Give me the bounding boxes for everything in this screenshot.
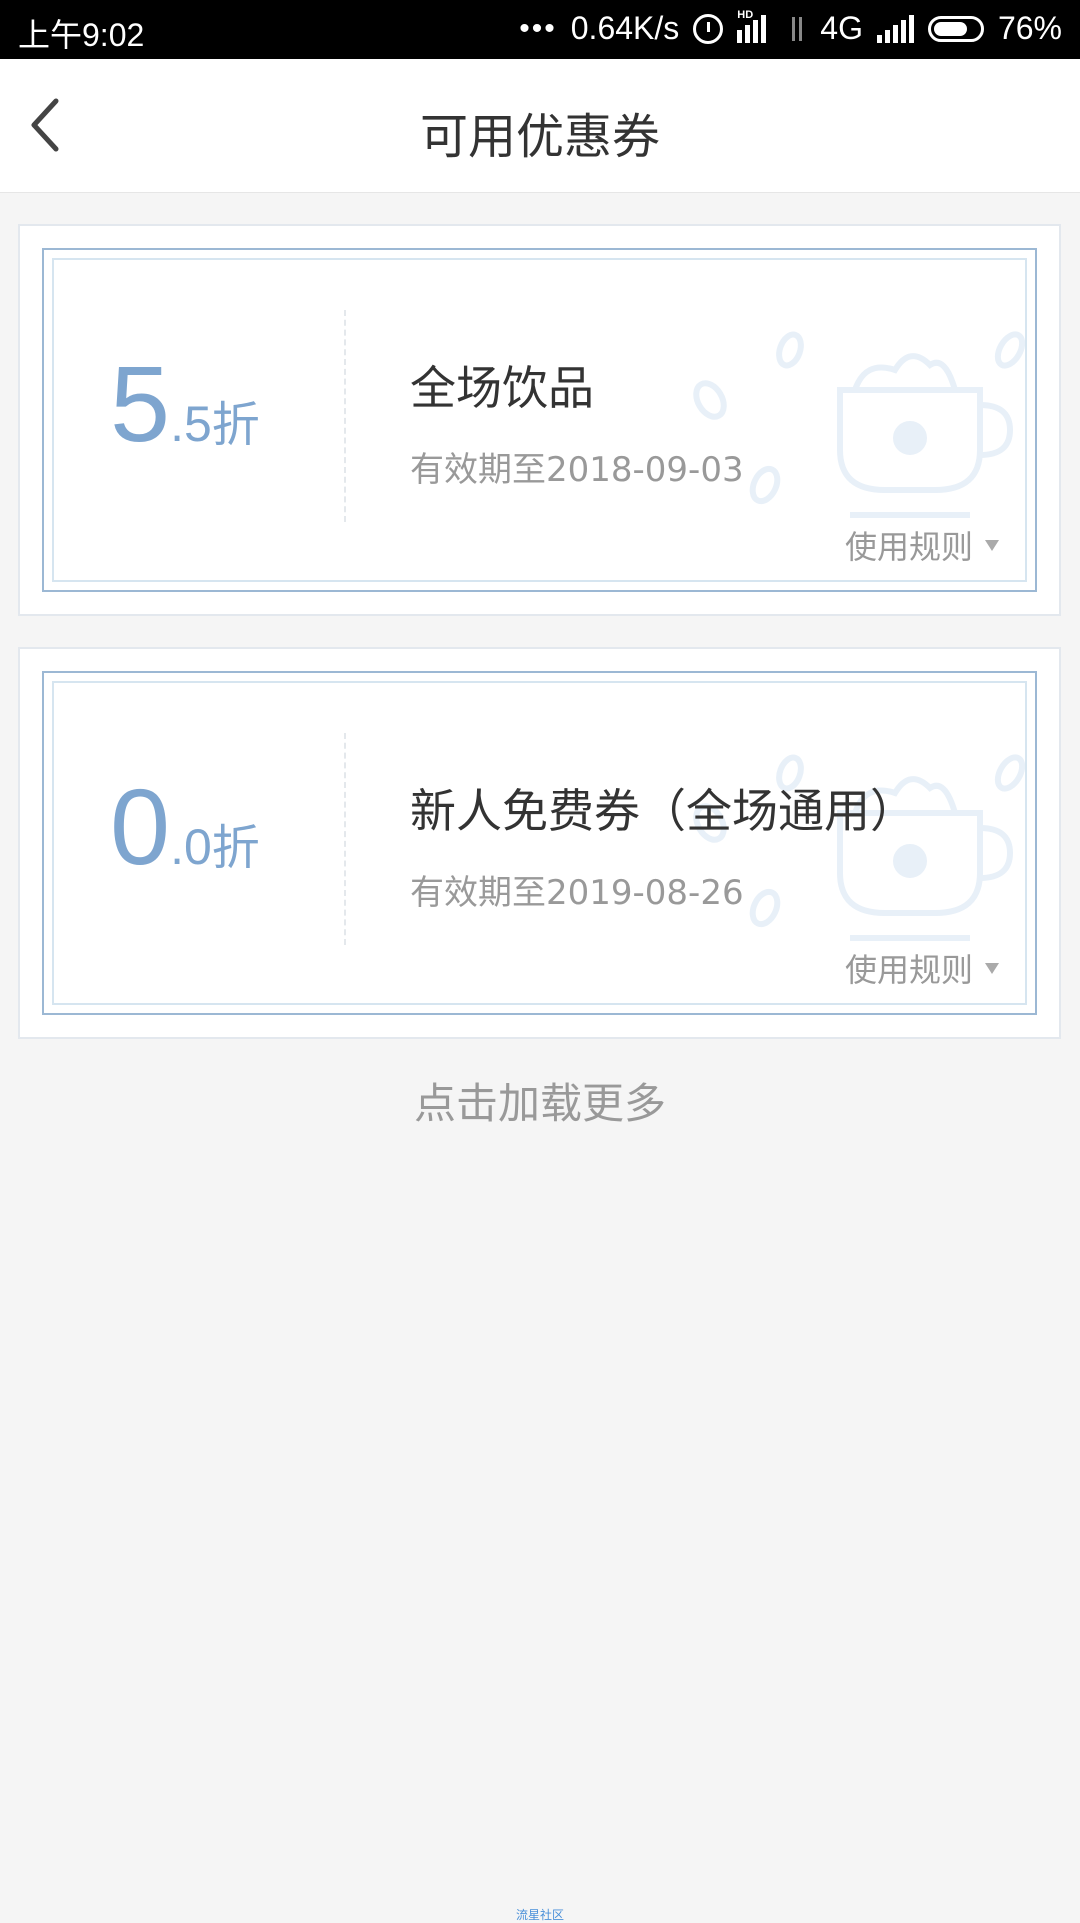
load-more-button[interactable]: 点击加载更多 [0,1070,1080,1131]
coupon-card[interactable]: 5.5折 全场饮品 有效期至2018-09-03 使用规则 [18,224,1061,616]
status-bar: 上午9:02 ••• 0.64K/s HD 4G 76% [0,0,1080,59]
caret-down-icon [985,962,999,974]
coupon-name: 新人免费券（全场通用） [410,784,916,838]
battery-percent: 76% [997,10,1062,46]
discount-unit: 折 [211,399,260,452]
coupon-frame: 5.5折 全场饮品 有效期至2018-09-03 使用规则 [42,248,1037,592]
discount-decimal: .0 [170,819,212,875]
coupon-divider [344,310,346,522]
cell-signal-icon [876,14,914,43]
battery-icon [927,15,984,42]
hd-label: HD [737,8,754,21]
coupon-card[interactable]: 0.0折 新人免费券（全场通用） 有效期至2019-08-26 使用规则 [18,647,1061,1039]
coupon-frame: 0.0折 新人免费券（全场通用） 有效期至2019-08-26 使用规则 [42,671,1037,1015]
hd-signal-icon: HD [737,9,774,43]
footer-watermark: 流星社区 [515,1908,564,1922]
network-type: 4G [820,10,863,46]
discount-value: 0.0折 [110,773,260,881]
usage-rules-toggle[interactable]: 使用规则 [845,945,999,991]
coupon-name: 全场饮品 [410,361,594,415]
caret-down-icon [985,539,999,551]
usage-rules-toggle[interactable]: 使用规则 [845,522,999,568]
battery-fill [933,21,968,36]
discount-decimal: .5 [170,396,212,452]
page-title: 可用优惠券 [419,109,660,165]
discount-value: 5.5折 [110,350,260,458]
discount-integer: 0 [110,766,171,887]
status-icons: ••• 0.64K/s HD 4G 76% [519,9,1062,47]
usage-rules-label: 使用规则 [844,951,973,989]
status-time: 上午9:02 [18,17,145,53]
app-header: 可用优惠券 [0,59,1080,193]
data-transfer-icon [788,15,806,43]
more-dots-icon: ••• [519,11,557,45]
usage-rules-label: 使用规则 [844,528,973,566]
network-speed: 0.64K/s [570,10,680,46]
coffee-cup-watermark-icon [693,754,1025,941]
discount-integer: 5 [110,343,171,464]
discount-unit: 折 [211,822,260,875]
coffee-cup-watermark-icon [693,331,1025,518]
coupon-divider [344,733,346,945]
coupon-expiry: 有效期至2019-08-26 [410,873,744,913]
alarm-icon [693,13,724,44]
coupon-expiry: 有效期至2018-09-03 [410,450,744,490]
